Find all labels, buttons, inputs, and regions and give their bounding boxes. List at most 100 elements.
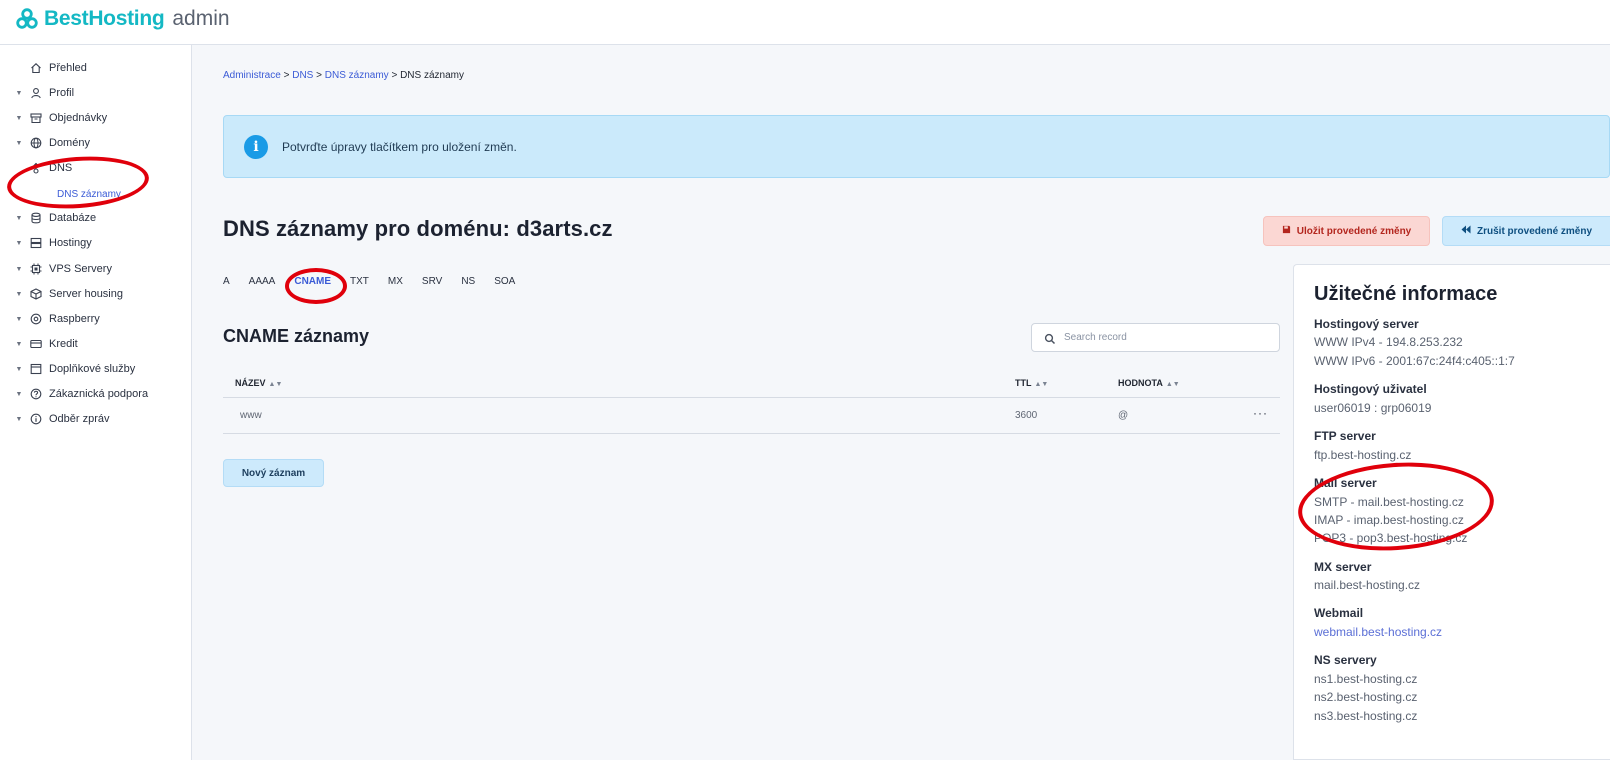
column-header-nazev[interactable]: NÁZEV ▲▼ (235, 378, 282, 388)
sidebar-item-zakaznicka-podpora[interactable]: ▼ Zákaznická podpora (0, 383, 149, 405)
rewind-icon (1461, 225, 1471, 237)
sidebar-item-dns[interactable]: DNS (0, 157, 72, 179)
sidebar-item-label: Domény (49, 137, 90, 149)
search-input[interactable] (1064, 332, 1264, 343)
imap-server: IMAP - imap.best-hosting.cz (1314, 513, 1464, 527)
tab-soa[interactable]: SOA (494, 276, 515, 287)
breadcrumb-current: DNS záznamy (400, 70, 464, 81)
tab-mx[interactable]: MX (388, 276, 403, 287)
sidebar-item-raspberry[interactable]: ▼ Raspberry (0, 308, 100, 330)
record-type-tabs: A AAAA CNAME TXT MX SRV NS SOA (223, 276, 534, 287)
sidebar-item-label: DNS (49, 162, 73, 174)
search-icon (1044, 332, 1056, 344)
sort-icon: ▲▼ (268, 381, 283, 388)
cname-records-table: NÁZEV ▲▼ TTL ▲▼ HODNOTA ▲▼ www 3600 @ ··· (223, 370, 1280, 434)
sidebar-item-server-housing[interactable]: ▼ Server housing (0, 283, 123, 305)
breadcrumb: Administrace > DNS > DNS záznamy > DNS z… (223, 70, 464, 81)
alert-text: Potvrďte úpravy tlačítkem pro uložení zm… (282, 139, 517, 154)
smtp-server: SMTP - mail.best-hosting.cz (1314, 495, 1464, 509)
sidebar-item-label: Raspberry (49, 313, 100, 325)
row-more-icon[interactable]: ··· (1253, 406, 1268, 420)
new-record-button[interactable]: Nový záznam (223, 459, 324, 487)
breadcrumb-separator: > (283, 70, 290, 81)
table-header: NÁZEV ▲▼ TTL ▲▼ HODNOTA ▲▼ (223, 370, 1280, 398)
cancel-changes-button[interactable]: Zrušit provedené změny (1442, 216, 1610, 246)
tab-ns[interactable]: NS (461, 276, 475, 287)
ns1-server: ns1.best-hosting.cz (1314, 672, 1418, 686)
record-ttl: 3600 (1015, 410, 1038, 421)
help-icon (29, 387, 43, 401)
breadcrumb-dns-zaznamy[interactable]: DNS záznamy (325, 70, 389, 81)
chevron-down-icon: ▼ (15, 214, 23, 222)
card-icon (29, 337, 43, 351)
top-bar: BestHosting admin (0, 0, 1610, 45)
save-changes-label: Uložit provedené změny (1296, 225, 1412, 237)
database-icon (29, 211, 43, 225)
sidebar-item-databaze[interactable]: ▼ Databáze (0, 207, 97, 229)
chevron-down-icon: ▼ (15, 365, 23, 373)
sidebar-item-label: Profil (49, 87, 75, 99)
chevron-down-icon: ▼ (15, 290, 23, 298)
server-icon (29, 236, 43, 250)
dns-icon (29, 161, 43, 175)
sidebar-item-kredit[interactable]: ▼ Kredit (0, 333, 78, 355)
sidebar-item-prehled[interactable]: Přehled (0, 57, 87, 79)
pop3-server: POP3 - pop3.best-hosting.cz (1314, 531, 1468, 545)
column-header-hodnota[interactable]: HODNOTA ▲▼ (1118, 378, 1180, 388)
sidebar-item-vps-servery[interactable]: ▼ VPS Servery (0, 258, 112, 280)
tab-srv[interactable]: SRV (422, 276, 442, 287)
tab-aaaa[interactable]: AAAA (249, 276, 276, 287)
column-header-ttl[interactable]: TTL ▲▼ (1015, 378, 1048, 388)
record-value: @ (1118, 410, 1129, 421)
save-changes-button[interactable]: Uložit provedené změny (1263, 216, 1430, 246)
sidebar-item-doplnkove-sluzby[interactable]: ▼ Doplňkové služby (0, 358, 136, 380)
sidebar-subitem-dns-zaznamy[interactable]: DNS záznamy (57, 189, 121, 200)
info-title: Užitečné informace (1314, 283, 1498, 305)
hosting-user-label: Hostingový uživatel (1314, 382, 1427, 396)
sidebar-item-label: Odběr zpráv (49, 413, 110, 425)
hosting-ipv4: WWW IPv4 - 194.8.253.232 (1314, 335, 1463, 349)
sidebar-item-label: Kredit (49, 338, 78, 350)
mail-label: Mail server (1314, 476, 1377, 490)
table-row[interactable]: www 3600 @ ··· (223, 398, 1280, 434)
chevron-down-icon: ▼ (15, 114, 23, 122)
chevron-down-icon: ▼ (15, 265, 23, 273)
section-title: CNAME záznamy (223, 326, 370, 346)
ftp-label: FTP server (1314, 429, 1376, 443)
chevron-down-icon: ▼ (15, 315, 23, 323)
logo[interactable]: BestHosting admin (16, 7, 230, 31)
chevron-down-icon: ▼ (15, 340, 23, 348)
sidebar-item-objednavky[interactable]: ▼ Objednávky (0, 107, 108, 129)
cpu-icon (29, 262, 43, 276)
sidebar-item-label: Hostingy (49, 237, 92, 249)
info-icon (29, 412, 43, 426)
sidebar-item-odber-zprav[interactable]: ▼ Odběr zpráv (0, 408, 110, 430)
globe-icon (29, 136, 43, 150)
search-box (1031, 323, 1280, 352)
page-title: DNS záznamy pro doménu: d3arts.cz (223, 216, 613, 241)
webmail-link[interactable]: webmail.best-hosting.cz (1314, 625, 1442, 639)
info-circle-icon: i (244, 134, 268, 159)
cube-icon (29, 287, 43, 301)
breadcrumb-dns[interactable]: DNS (292, 70, 313, 81)
ftp-server: ftp.best-hosting.cz (1314, 448, 1412, 462)
chevron-down-icon: ▼ (15, 139, 23, 147)
column-label: NÁZEV (235, 378, 266, 388)
breadcrumb-separator: > (391, 70, 398, 81)
breadcrumb-administrace[interactable]: Administrace (223, 70, 281, 81)
info-alert: i Potvrďte úpravy tlačítkem pro uložení … (223, 115, 1610, 178)
tab-txt[interactable]: TXT (350, 276, 369, 287)
column-label: HODNOTA (1118, 378, 1163, 388)
logo-icon (16, 8, 38, 30)
record-name: www (240, 410, 262, 421)
chevron-down-icon: ▼ (15, 390, 23, 398)
sidebar-item-domeny[interactable]: ▼ Domény (0, 132, 90, 154)
tab-a[interactable]: A (223, 276, 230, 287)
tab-cname[interactable]: CNAME (294, 276, 331, 287)
cart-icon (29, 362, 43, 376)
sidebar-item-label: Přehled (49, 62, 87, 74)
sidebar-item-hostingy[interactable]: ▼ Hostingy (0, 232, 92, 254)
cancel-changes-label: Zrušit provedené změny (1477, 225, 1593, 237)
sidebar-item-profil[interactable]: ▼ Profil (0, 82, 75, 104)
chevron-down-icon: ▼ (15, 89, 23, 97)
